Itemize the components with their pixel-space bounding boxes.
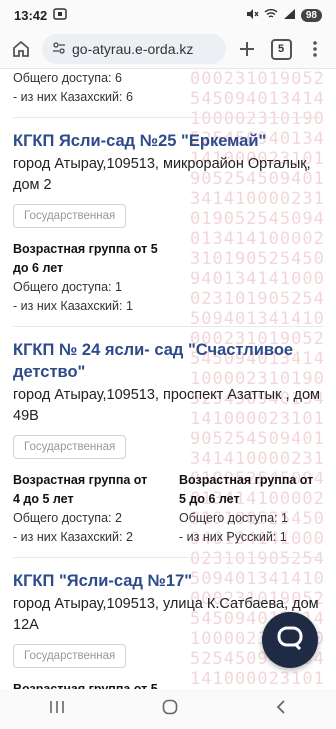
page-content: 0002310190525450940134141000023101905254…	[0, 69, 336, 689]
mute-icon	[245, 8, 259, 23]
home-nav-icon[interactable]	[162, 699, 178, 720]
browser-toolbar: go-atyrau.e-orda.kz 5	[0, 30, 336, 69]
general-access: Общего доступа: 1	[13, 280, 122, 294]
kindergarten-card: КГКП Ясли-сад №25 "Еркемай" город Атырау…	[13, 118, 323, 327]
kindergarten-address: город Атырау,109513, проспект Азаттык , …	[13, 387, 320, 424]
new-tab-icon[interactable]	[234, 36, 260, 62]
language-count: - из них Русский: 1	[179, 530, 287, 544]
chat-bubble-icon	[276, 625, 304, 656]
system-navigation-bar	[0, 689, 336, 729]
age-group: Возрастная группа от 4 до 5 лет Общего д…	[13, 471, 157, 547]
age-group: Возрастная группа от 5 до 6 лет	[13, 680, 159, 689]
site-settings-icon[interactable]	[52, 41, 66, 58]
kindergarten-card: КГКП № 24 ясли- сад "Счастливое детство"…	[13, 327, 323, 558]
ownership-type-button[interactable]: Государственная	[13, 435, 127, 459]
back-icon[interactable]	[275, 699, 287, 720]
url-text: go-atyrau.e-orda.kz	[72, 41, 194, 57]
recent-apps-icon[interactable]	[49, 700, 65, 719]
tabs-button[interactable]: 5	[268, 36, 294, 62]
language-count: - из них Казахский: 6	[13, 90, 133, 104]
age-group-title: Возрастная группа от 5 до 6 лет	[13, 682, 158, 689]
general-access: Общего доступа: 2	[13, 511, 122, 525]
language-count: - из них Казахский: 1	[13, 299, 133, 313]
previous-card-tail: Общего доступа: 6 - из них Казахский: 6	[13, 69, 323, 118]
chat-button[interactable]	[262, 612, 318, 668]
general-access: Общего доступа: 6	[13, 71, 122, 85]
address-bar[interactable]: go-atyrau.e-orda.kz	[42, 34, 226, 64]
tabs-count: 5	[270, 38, 292, 60]
status-bar: 13:42 98	[0, 0, 336, 30]
age-group-title: Возрастная группа от 4 до 5 лет	[13, 473, 148, 506]
general-access: Общего доступа: 1	[179, 511, 288, 525]
kindergarten-title[interactable]: КГКП "Ясли-сад №17"	[13, 570, 323, 592]
screenshot-icon	[53, 7, 67, 23]
home-icon[interactable]	[8, 36, 34, 62]
age-group: Возрастная группа от 5 до 6 лет Общего д…	[179, 471, 323, 547]
status-time: 13:42	[14, 7, 48, 23]
age-group: Возрастная группа от 5 до 6 лет Общего д…	[13, 240, 159, 316]
wifi-icon	[264, 8, 278, 23]
age-groups: Возрастная группа от 5 до 6 лет	[13, 680, 323, 689]
signal-icon	[283, 8, 296, 23]
menu-icon[interactable]	[302, 36, 328, 62]
age-group-title: Возрастная группа от 5 до 6 лет	[179, 473, 314, 506]
ownership-type-button[interactable]: Государственная	[13, 204, 127, 228]
age-groups: Возрастная группа от 5 до 6 лет Общего д…	[13, 240, 323, 316]
kindergarten-address: город Атырау,109513, микрорайон Орталық,…	[13, 156, 311, 193]
kindergarten-title[interactable]: КГКП Ясли-сад №25 "Еркемай"	[13, 130, 323, 152]
language-count: - из них Казахский: 2	[13, 530, 133, 544]
ownership-type-button[interactable]: Государственная	[13, 644, 127, 668]
kindergarten-title[interactable]: КГКП № 24 ясли- сад "Счастливое детство"	[13, 339, 323, 383]
age-group-title: Возрастная группа от 5 до 6 лет	[13, 242, 158, 275]
age-groups: Возрастная группа от 4 до 5 лет Общего д…	[13, 471, 323, 547]
battery-indicator: 98	[300, 8, 322, 22]
